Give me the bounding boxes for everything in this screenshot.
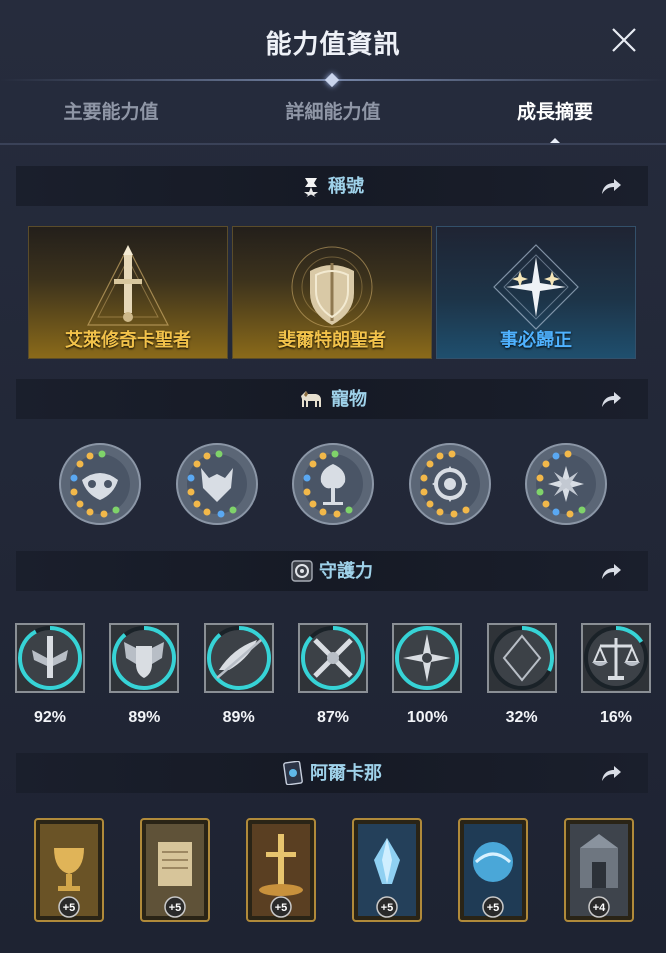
- guardian-item: 100%: [387, 618, 467, 727]
- guardian-emblem-icon: [291, 560, 313, 582]
- tab-main-stats[interactable]: 主要能力值: [0, 82, 222, 144]
- header: 能力值資訊: [0, 0, 666, 88]
- guardian-percent: 16%: [599, 709, 632, 726]
- card-level: +5: [381, 902, 394, 914]
- stats-panel: 能力值資訊 主要能力值 詳細能力值 成長摘要 稱號 艾萊修奇卡聖者 斐爾特朗聖者…: [0, 0, 666, 953]
- section-pets-header: 寵物: [16, 379, 648, 419]
- guardian-item: 89%: [104, 618, 184, 727]
- guardian-percent: 32%: [505, 709, 538, 726]
- scroll-card-icon[interactable]: +5: [140, 818, 210, 922]
- gate-card-icon[interactable]: +4: [564, 818, 634, 922]
- share-icon[interactable]: [600, 763, 622, 783]
- card-level: +5: [275, 902, 288, 914]
- shield-emblem-icon: [291, 246, 373, 328]
- star-diamond-emblem-icon: [493, 244, 579, 330]
- close-icon[interactable]: [610, 26, 638, 54]
- bird-arrow-icon[interactable]: [199, 618, 279, 698]
- flower-medallion-icon[interactable]: [524, 442, 608, 526]
- pet-list: [58, 442, 608, 528]
- title-card[interactable]: 斐爾特朗聖者: [232, 226, 432, 359]
- guardian-item: 92%: [10, 618, 90, 727]
- tab-growth-summary[interactable]: 成長摘要: [444, 82, 666, 144]
- section-arcana-header: 阿爾卡那: [16, 753, 648, 793]
- chalice-card-icon[interactable]: +5: [34, 818, 104, 922]
- owl-mask-medallion-icon[interactable]: [58, 442, 142, 526]
- guardian-percent: 87%: [316, 709, 349, 726]
- guardian-percent: 92%: [33, 709, 67, 726]
- guardian-item: 32%: [482, 618, 562, 727]
- title-card-label: 艾萊修奇卡聖者: [65, 330, 191, 350]
- crescent-moon-icon[interactable]: [482, 618, 562, 698]
- sword-wings-icon[interactable]: [10, 618, 90, 698]
- winged-shield-icon[interactable]: [104, 618, 184, 698]
- title-card[interactable]: 艾萊修奇卡聖者: [28, 226, 228, 359]
- orb-card-icon[interactable]: +5: [458, 818, 528, 922]
- share-icon[interactable]: [600, 389, 622, 409]
- section-title-pets: 寵物: [331, 389, 367, 409]
- title-card-label: 事必歸正: [500, 330, 572, 350]
- cross-sword-card-icon[interactable]: +5: [246, 818, 316, 922]
- section-titles-header: 稱號: [16, 166, 648, 206]
- share-icon[interactable]: [600, 561, 622, 581]
- section-title-titles: 稱號: [328, 176, 364, 196]
- arcana-list: +5 +5 +5 +5 +5 +4: [34, 818, 634, 922]
- sword-triangle-emblem-icon: [87, 245, 169, 326]
- tree-medallion-icon[interactable]: [291, 442, 375, 526]
- guardian-percent: 89%: [222, 709, 255, 726]
- crystal-card-icon[interactable]: +5: [352, 818, 422, 922]
- guardian-item: 87%: [293, 618, 373, 727]
- wolf-mask-medallion-icon[interactable]: [175, 442, 259, 526]
- card-level: +5: [487, 902, 500, 914]
- crossed-swords-icon[interactable]: [293, 618, 373, 698]
- card-level: +5: [169, 902, 182, 914]
- title-cards: 艾萊修奇卡聖者 斐爾特朗聖者 事必歸正: [28, 226, 636, 359]
- title-card[interactable]: 事必歸正: [436, 226, 636, 359]
- guardian-list: 92% 89% 89% 87% 100% 32% 16%: [10, 618, 656, 727]
- trophy-icon: [304, 177, 318, 197]
- compass-star-icon[interactable]: [387, 618, 467, 698]
- section-guardian-header: 守護力: [16, 551, 648, 591]
- title-card-label: 斐爾特朗聖者: [278, 330, 386, 350]
- guardian-percent: 100%: [406, 709, 448, 726]
- guardian-item: 89%: [199, 618, 279, 727]
- arcana-card-icon: [283, 760, 303, 785]
- horse-icon: [301, 390, 321, 407]
- scales-icon[interactable]: [576, 618, 656, 698]
- section-title-guardian: 守護力: [319, 561, 373, 581]
- tab-divider: [0, 143, 666, 145]
- spiral-medallion-icon[interactable]: [408, 442, 492, 526]
- guardian-item: 16%: [576, 618, 656, 727]
- page-title: 能力值資訊: [265, 29, 401, 59]
- card-level: +5: [63, 902, 76, 914]
- section-title-arcana: 阿爾卡那: [310, 763, 382, 783]
- card-level: +4: [593, 902, 606, 914]
- share-icon[interactable]: [600, 176, 622, 196]
- guardian-percent: 89%: [128, 709, 161, 726]
- tab-detail-stats[interactable]: 詳細能力值: [222, 82, 444, 144]
- tab-bar: 主要能力值 詳細能力值 成長摘要: [0, 82, 666, 144]
